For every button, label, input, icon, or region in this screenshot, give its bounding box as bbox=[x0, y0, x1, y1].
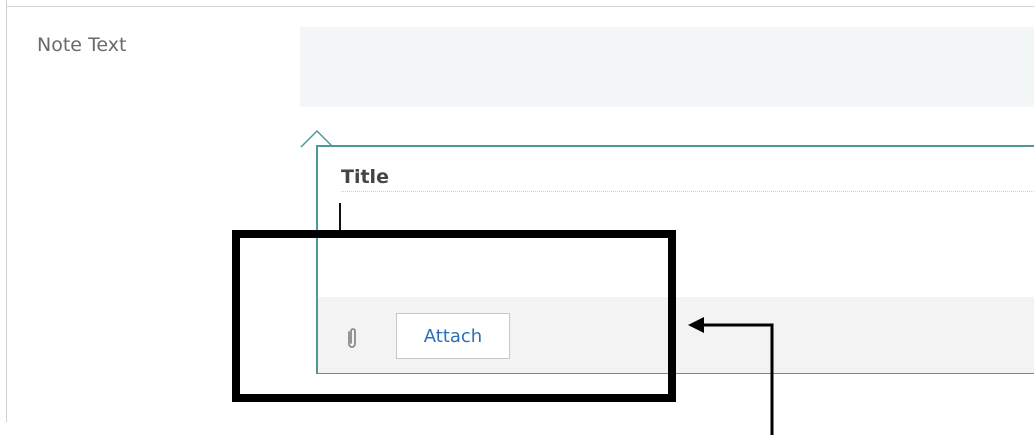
text-cursor bbox=[339, 203, 341, 232]
panel-top-border bbox=[6, 6, 1034, 7]
arrow-left-icon bbox=[688, 317, 774, 435]
annotation-highlight-box bbox=[232, 230, 676, 402]
note-text-field[interactable] bbox=[300, 27, 1034, 107]
title-input[interactable] bbox=[341, 163, 1034, 192]
note-text-label: Note Text bbox=[37, 34, 127, 56]
panel-left-border bbox=[6, 0, 7, 422]
